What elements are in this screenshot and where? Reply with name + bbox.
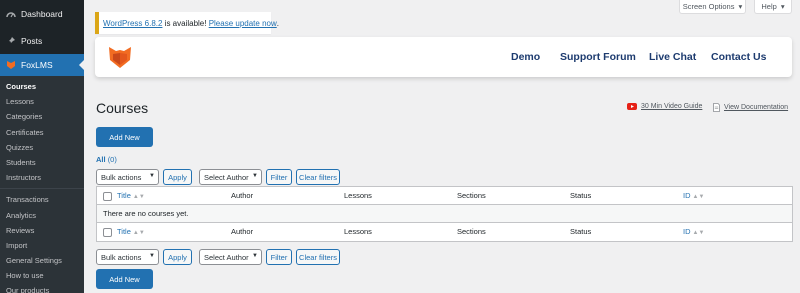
notice-text: is available! xyxy=(162,18,209,28)
admin-sidebar: Dashboard Posts FoxLMS Courses Lessons Cat… xyxy=(0,0,84,293)
sidebar-subitem-transactions[interactable]: Transactions xyxy=(0,192,84,207)
empty-message: There are no courses yet. xyxy=(103,209,189,218)
notice-end: . xyxy=(276,18,279,28)
sidebar-item-posts[interactable]: Posts xyxy=(0,30,84,52)
sort-icon: ▲▼ xyxy=(132,194,145,200)
chevron-down-icon: ▼ xyxy=(149,173,155,179)
sidebar-subitem-our-products[interactable]: Our products xyxy=(0,283,84,293)
pin-icon xyxy=(6,36,16,46)
bulk-actions-select-bottom[interactable]: Bulk actions ▼ xyxy=(96,249,159,265)
column-title[interactable]: Title ▲▼ xyxy=(117,223,145,241)
sidebar-subitem-instructors[interactable]: Instructors xyxy=(0,170,84,185)
column-id[interactable]: ID ▲▼ xyxy=(683,223,704,241)
clear-filters-button[interactable]: Clear filters xyxy=(296,169,340,185)
nav-live-chat[interactable]: Live Chat xyxy=(649,51,696,63)
sidebar-item-label: Dashboard xyxy=(21,9,63,19)
column-sections: Sections xyxy=(457,191,486,200)
sidebar-item-label: Posts xyxy=(21,36,43,46)
sidebar-subitem-import[interactable]: Import xyxy=(0,238,84,253)
page-title: Courses xyxy=(96,100,149,116)
apply-button-bottom[interactable]: Apply xyxy=(163,249,192,265)
document-icon xyxy=(713,103,720,112)
chevron-down-icon: ▼ xyxy=(252,253,258,259)
column-lessons: Lessons xyxy=(344,191,372,200)
sidebar-item-foxlms[interactable]: FoxLMS xyxy=(0,54,84,76)
update-notice: WordPress 6.8.2 is available! Please upd… xyxy=(95,12,279,34)
courses-table: Title ▲▼ Author Lessons Sections Status I… xyxy=(96,186,793,242)
sidebar-item-dashboard[interactable]: Dashboard xyxy=(0,3,84,25)
bulk-actions-select[interactable]: Bulk actions ▼ xyxy=(96,169,159,185)
sidebar-subitem-certificates[interactable]: Certificates xyxy=(0,125,84,140)
clear-filters-button-bottom[interactable]: Clear filters xyxy=(296,249,340,265)
chevron-down-icon: ▼ xyxy=(149,253,155,259)
nav-demo[interactable]: Demo xyxy=(511,51,540,63)
column-sections: Sections xyxy=(457,227,486,236)
add-new-button-bottom[interactable]: Add New xyxy=(96,269,153,289)
caret-down-icon: ▾ xyxy=(738,2,743,11)
table-footer-row: Title ▲▼ Author Lessons Sections Status I… xyxy=(97,223,792,241)
select-all-checkbox[interactable] xyxy=(103,191,112,201)
foxlms-header: Demo Support Forum Live Chat Contact Us xyxy=(95,37,792,77)
author-select[interactable]: Select Author ▼ xyxy=(199,169,262,185)
author-select-value: Select Author xyxy=(204,252,249,262)
video-guide-link[interactable]: 30 Min Video Guide xyxy=(627,103,702,110)
column-status: Status xyxy=(570,191,592,200)
sidebar-subitem-analytics[interactable]: Analytics xyxy=(0,208,84,223)
sort-icon: ▲▼ xyxy=(692,194,705,200)
select-all-checkbox-bottom[interactable] xyxy=(103,227,112,237)
foxlms-submenu: Courses Lessons Categories Certificates Quiz… xyxy=(0,76,84,293)
filter-button[interactable]: Filter xyxy=(266,169,292,185)
nav-support-forum[interactable]: Support Forum xyxy=(560,51,636,63)
table-header-row: Title ▲▼ Author Lessons Sections Status I… xyxy=(97,187,792,205)
bulk-actions-value: Bulk actions xyxy=(101,172,142,182)
column-title[interactable]: Title ▲▼ xyxy=(117,187,145,205)
chevron-down-icon: ▼ xyxy=(252,173,258,179)
column-author: Author xyxy=(231,227,254,236)
help-button[interactable]: Help ▾ xyxy=(754,0,792,14)
update-now-link[interactable]: Please update now xyxy=(209,19,277,28)
caret-down-icon: ▾ xyxy=(780,2,785,11)
screen-options-label: Screen Options xyxy=(682,2,735,11)
dashboard-icon xyxy=(6,9,16,19)
column-lessons: Lessons xyxy=(344,227,372,236)
column-author: Author xyxy=(231,191,254,200)
help-label: Help xyxy=(761,2,777,11)
column-status: Status xyxy=(570,227,592,236)
filter-button-bottom[interactable]: Filter xyxy=(266,249,292,265)
sidebar-subitem-quizzes[interactable]: Quizzes xyxy=(0,140,84,155)
fox-logo-icon[interactable] xyxy=(106,43,134,71)
table-empty-row: There are no courses yet. xyxy=(97,205,792,223)
view-documentation-link[interactable]: View Documentation xyxy=(713,103,788,112)
sort-icon: ▲▼ xyxy=(692,230,705,236)
bulk-actions-value: Bulk actions xyxy=(101,252,142,262)
wordpress-version-link[interactable]: WordPress 6.8.2 xyxy=(103,19,162,28)
sidebar-subitem-reviews[interactable]: Reviews xyxy=(0,223,84,238)
sidebar-subitem-lessons[interactable]: Lessons xyxy=(0,94,84,109)
nav-contact-us[interactable]: Contact Us xyxy=(711,51,766,63)
video-guide-label: 30 Min Video Guide xyxy=(641,103,703,110)
sidebar-subitem-students[interactable]: Students xyxy=(0,155,84,170)
sort-icon: ▲▼ xyxy=(132,230,145,236)
column-id[interactable]: ID ▲▼ xyxy=(683,187,704,205)
sidebar-item-label: FoxLMS xyxy=(21,60,53,70)
sidebar-subitem-categories[interactable]: Categories xyxy=(0,109,84,124)
foxlms-logo-icon xyxy=(6,60,16,70)
submenu-divider xyxy=(0,188,84,190)
author-select-value: Select Author xyxy=(204,172,249,182)
sidebar-subitem-how-to-use[interactable]: How to use xyxy=(0,268,84,283)
apply-button[interactable]: Apply xyxy=(163,169,192,185)
sidebar-subitem-courses[interactable]: Courses xyxy=(0,79,84,94)
youtube-icon xyxy=(627,103,637,110)
filter-all-link[interactable]: All xyxy=(96,155,106,164)
add-new-button[interactable]: Add New xyxy=(96,127,153,147)
view-documentation-label: View Documentation xyxy=(724,104,789,111)
screen-options-button[interactable]: Screen Options ▾ xyxy=(679,0,746,14)
author-select-bottom[interactable]: Select Author ▼ xyxy=(199,249,262,265)
status-filter: All (0) xyxy=(96,155,117,164)
sidebar-subitem-general-settings[interactable]: General Settings xyxy=(0,253,84,268)
filter-all-count: (0) xyxy=(107,155,117,164)
